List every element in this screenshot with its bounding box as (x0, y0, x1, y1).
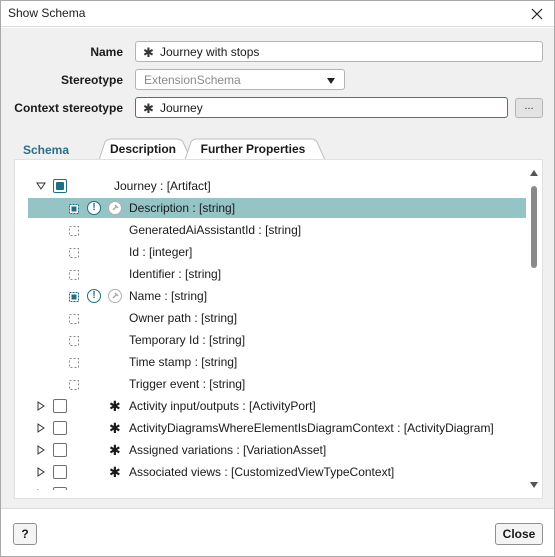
name-label: Name (90, 45, 123, 59)
tree-root-row[interactable]: Journey : [Artifact] (28, 176, 526, 196)
expanded-triangle-icon[interactable] (36, 180, 46, 190)
root-checkbox[interactable] (53, 179, 67, 193)
reference-label: Associated views : [CustomizedViewTypeCo… (129, 465, 395, 479)
tab-description[interactable]: Description (104, 138, 182, 160)
dashed-square-icon (69, 269, 79, 280)
reference-checkbox[interactable] (53, 465, 67, 479)
tree-reference-row[interactable]: ✱ Associated views : [CustomizedViewType… (28, 462, 526, 482)
reference-checkbox[interactable] (53, 399, 67, 413)
tree-reference-row[interactable]: ✱ Assigned variations : [VariationAsset] (28, 440, 526, 460)
reference-checkbox[interactable] (53, 443, 67, 457)
browse-button[interactable]: ... (515, 98, 543, 118)
tree-attribute-row[interactable]: Owner path : [string] (28, 308, 526, 328)
asterisk-icon: ✱ (143, 101, 154, 116)
tree-attribute-row[interactable]: Temporary Id : [string] (28, 330, 526, 350)
tree-reference-row[interactable]: ✱ Activity input/outputs : [ActivityPort… (28, 396, 526, 416)
tree-attribute-row[interactable]: Time stamp : [string] (28, 352, 526, 372)
tab-schema-label: Schema (22, 143, 70, 157)
asterisk-icon: ✱ (109, 464, 121, 480)
dropdown-arrow-icon (326, 75, 336, 85)
tab-further-properties[interactable]: Further Properties (191, 138, 315, 160)
tree-reference-row[interactable] (28, 484, 526, 490)
tree-attribute-row[interactable]: Trigger event : [string] (28, 374, 526, 394)
name-value: Journey with stops (160, 45, 260, 59)
stereotype-value: ExtensionSchema (144, 73, 241, 87)
collapsed-triangle-icon[interactable] (36, 444, 46, 455)
dialog-footer: ? Close (1, 508, 554, 556)
attribute-label: Time stamp : [string] (129, 355, 238, 369)
tree-attribute-row[interactable]: GeneratedAiAssistantId : [string] (28, 220, 526, 240)
dashed-square-icon (69, 247, 79, 258)
attribute-label: Trigger event : [string] (129, 377, 246, 391)
attribute-label: Identifier : [string] (129, 267, 222, 281)
reference-checkbox[interactable] (53, 487, 67, 490)
dashed-square-icon (69, 225, 79, 236)
asterisk-icon: ✱ (109, 420, 121, 436)
tree-attribute-row[interactable]: ! Name : [string] (28, 286, 526, 306)
context-stereotype-label: Context stereotype (14, 101, 123, 115)
context-stereotype-value: Journey (160, 101, 203, 115)
window-title: Show Schema (8, 6, 86, 20)
collapsed-triangle-icon[interactable] (36, 466, 46, 477)
selected-square-icon (69, 203, 79, 214)
scrollbar-thumb[interactable] (531, 186, 537, 268)
tree-reference-row[interactable]: ✱ ActivityDiagramsWhereElementIsDiagramC… (28, 418, 526, 438)
schema-tree[interactable]: Journey : [Artifact] ! Description : [st… (28, 160, 526, 490)
vertical-scrollbar[interactable] (527, 160, 541, 490)
dashed-square-icon (69, 335, 79, 346)
schema-tree-panel: Journey : [Artifact] ! Description : [st… (14, 159, 543, 499)
attribute-label: Name : [string] (129, 289, 208, 303)
collapsed-triangle-icon[interactable] (36, 400, 46, 411)
reference-checkbox[interactable] (53, 421, 67, 435)
tab-schema[interactable]: Schema (14, 139, 78, 161)
tree-root-label: Journey : [Artifact] (114, 179, 211, 193)
attribute-label: Description : [string] (129, 201, 236, 215)
collapsed-triangle-icon[interactable] (36, 488, 46, 490)
reference-label: Activity input/outputs : [ActivityPort] (129, 399, 316, 413)
asterisk-icon: ✱ (109, 442, 121, 458)
asterisk-icon: ✱ (109, 398, 121, 414)
collapsed-triangle-icon[interactable] (36, 422, 46, 433)
scroll-up-arrow-icon[interactable] (530, 166, 538, 176)
scroll-down-arrow-icon[interactable] (530, 478, 538, 488)
close-icon[interactable] (526, 3, 548, 25)
attribute-label: GeneratedAiAssistantId : [string] (129, 223, 302, 237)
tab-further-properties-label: Further Properties (200, 142, 306, 156)
pin-icon[interactable] (108, 201, 122, 215)
pin-icon[interactable] (108, 289, 122, 303)
attribute-label: Owner path : [string] (129, 311, 238, 325)
dashed-square-icon (69, 357, 79, 368)
dashed-square-icon (69, 379, 79, 390)
stereotype-label: Stereotype (60, 73, 123, 87)
selected-square-icon (69, 291, 79, 302)
tree-attribute-row[interactable]: Id : [integer] (28, 242, 526, 262)
attribute-label: Temporary Id : [string] (129, 333, 246, 347)
context-stereotype-field[interactable]: ✱ Journey (135, 97, 508, 118)
tree-attribute-row[interactable]: Identifier : [string] (28, 264, 526, 284)
stereotype-dropdown[interactable]: ExtensionSchema (135, 69, 345, 90)
show-schema-dialog: Show Schema Name ✱ Journey with stops St… (0, 0, 555, 557)
title-bar: Show Schema (1, 1, 554, 27)
name-field[interactable]: ✱ Journey with stops (135, 41, 543, 62)
required-exclamation-icon: ! (87, 201, 101, 215)
tab-description-label: Description (109, 142, 176, 156)
tree-attribute-row[interactable]: ! Description : [string] (28, 198, 526, 218)
asterisk-icon: ✱ (143, 45, 154, 60)
dashed-square-icon (69, 313, 79, 324)
help-button[interactable]: ? (13, 523, 37, 545)
close-button[interactable]: Close (495, 523, 543, 545)
attribute-label: Id : [integer] (129, 245, 193, 259)
required-exclamation-icon: ! (87, 289, 101, 303)
reference-label: ActivityDiagramsWhereElementIsDiagramCon… (129, 421, 494, 435)
reference-label: Assigned variations : [VariationAsset] (129, 443, 327, 457)
